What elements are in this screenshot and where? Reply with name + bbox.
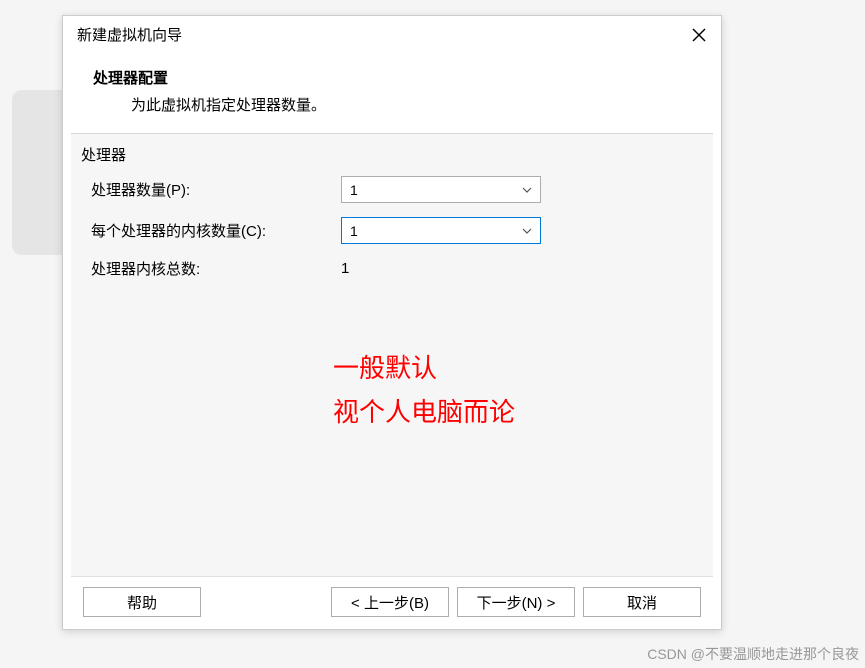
group-label: 处理器 bbox=[71, 134, 713, 169]
cores-per-processor-value: 1 bbox=[350, 223, 358, 239]
title-bar: 新建虚拟机向导 bbox=[63, 16, 721, 53]
cancel-button[interactable]: 取消 bbox=[583, 587, 701, 617]
dialog-title: 新建虚拟机向导 bbox=[77, 24, 182, 45]
header-subtitle: 为此虚拟机指定处理器数量。 bbox=[93, 94, 691, 115]
total-cores-row: 处理器内核总数: 1 bbox=[71, 251, 713, 286]
help-button[interactable]: 帮助 bbox=[83, 587, 201, 617]
header-section: 处理器配置 为此虚拟机指定处理器数量。 bbox=[63, 53, 721, 133]
chevron-down-icon bbox=[522, 226, 532, 236]
total-cores-value: 1 bbox=[341, 260, 349, 277]
next-button[interactable]: 下一步(N) > bbox=[457, 587, 575, 617]
cores-per-processor-row: 每个处理器的内核数量(C): 1 bbox=[71, 210, 713, 251]
cores-per-processor-label: 每个处理器的内核数量(C): bbox=[91, 220, 341, 241]
back-button[interactable]: < 上一步(B) bbox=[331, 587, 449, 617]
content-area: 处理器 处理器数量(P): 1 每个处理器的内核数量(C): 1 bbox=[71, 133, 713, 576]
annotation-text: 一般默认 视个人电脑而论 bbox=[333, 346, 515, 434]
processor-count-value: 1 bbox=[350, 182, 358, 198]
button-bar: 帮助 < 上一步(B) 下一步(N) > 取消 bbox=[71, 576, 713, 629]
wizard-dialog: 新建虚拟机向导 处理器配置 为此虚拟机指定处理器数量。 处理器 处理器数量(P)… bbox=[62, 15, 722, 630]
annotation-line2: 视个人电脑而论 bbox=[333, 390, 515, 434]
processor-count-label: 处理器数量(P): bbox=[91, 179, 341, 200]
header-title: 处理器配置 bbox=[93, 67, 691, 88]
total-cores-label: 处理器内核总数: bbox=[91, 258, 341, 279]
processor-count-select[interactable]: 1 bbox=[341, 176, 541, 203]
annotation-line1: 一般默认 bbox=[333, 346, 515, 390]
chevron-down-icon bbox=[522, 185, 532, 195]
cores-per-processor-select[interactable]: 1 bbox=[341, 217, 541, 244]
close-icon[interactable] bbox=[689, 25, 709, 45]
watermark: CSDN @不要温顺地走进那个良夜 bbox=[647, 644, 859, 664]
processor-count-row: 处理器数量(P): 1 bbox=[71, 169, 713, 210]
